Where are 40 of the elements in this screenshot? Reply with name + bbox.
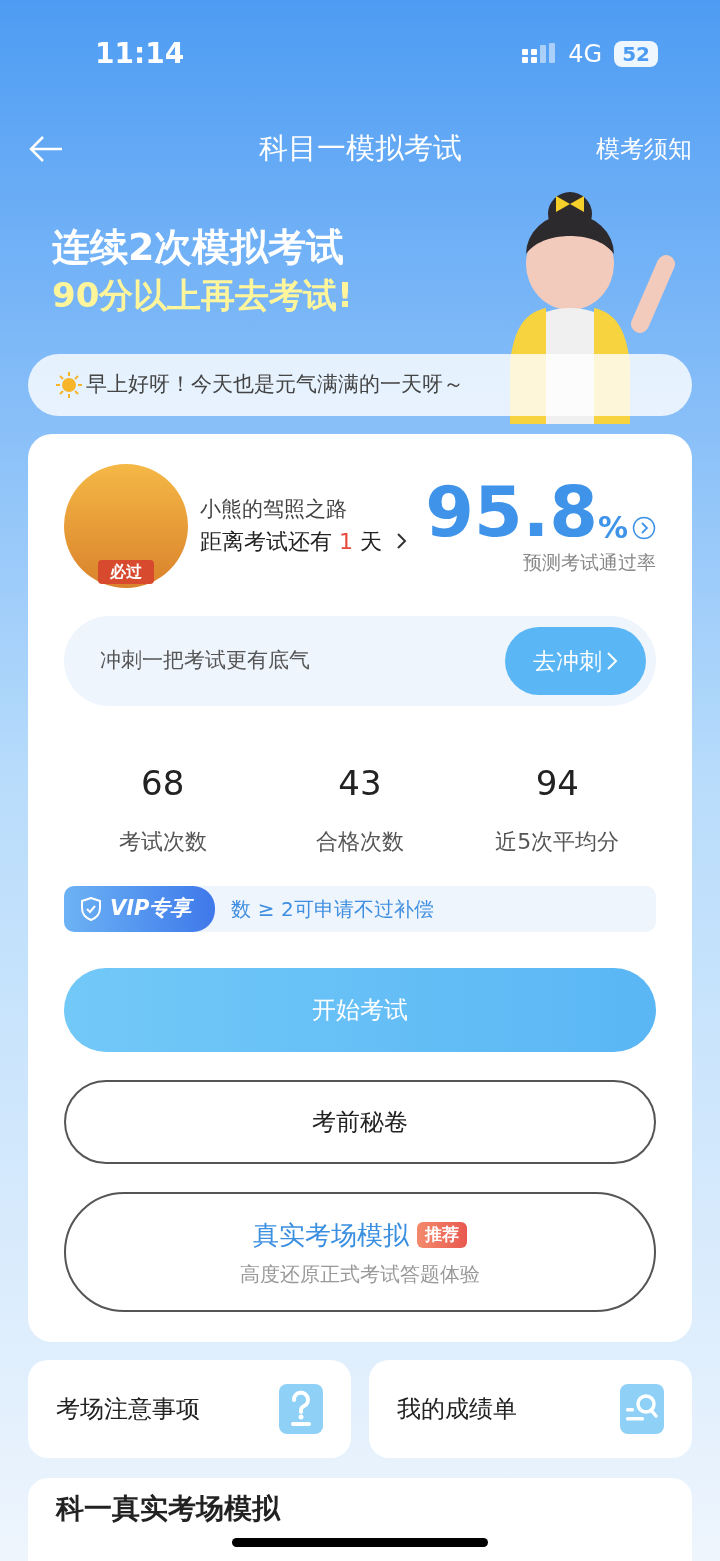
network-label: 4G: [568, 39, 603, 70]
recommend-tag: 推荐: [417, 1222, 467, 1248]
chevron-circle-icon[interactable]: [632, 515, 656, 540]
chevron-right-icon: [606, 651, 618, 671]
pass-rate-label: 预测考试通过率: [523, 549, 656, 575]
exam-countdown[interactable]: 距离考试还有 1 天: [200, 525, 426, 559]
tile-label: 考场注意事项: [56, 1394, 200, 1425]
stat-value: 68: [141, 762, 185, 805]
banner-headline: 连续2次模拟考试: [52, 224, 346, 270]
stat-value: 43: [338, 762, 382, 805]
pass-rate-unit: %: [597, 508, 628, 547]
vip-tag: VIP专享: [64, 886, 216, 932]
question-icon: [279, 1384, 323, 1434]
tile-label: 我的成绩单: [397, 1394, 517, 1425]
section-title: 科一真实考场模拟: [56, 1492, 280, 1525]
stat-label: 近5次平均分: [495, 828, 620, 856]
banner-subheadline: 90分以上再去考试!: [52, 274, 354, 316]
stat-label: 考试次数: [118, 828, 207, 856]
shield-check-icon: [80, 897, 102, 921]
search-document-icon: [620, 1384, 664, 1434]
greeting-text: 早上好呀！今天也是元气满满的一天呀～: [86, 371, 464, 399]
real-exam-title: 真实考场模拟: [253, 1218, 409, 1252]
stat-label: 合格次数: [316, 828, 404, 856]
stat-value: 94: [535, 762, 579, 805]
vip-text: 数 ≥ 2可申请不过补偿: [231, 896, 434, 923]
shortcut-tile[interactable]: 考场注意事项: [28, 1360, 351, 1458]
chevron-right-icon[interactable]: [396, 532, 408, 551]
profile-name: 小熊的驾照之路: [200, 495, 348, 523]
battery-indicator: 52: [614, 41, 658, 67]
sprint-text: 冲刺一把考试更有底气: [100, 647, 310, 675]
badge-label: 必过: [98, 560, 154, 584]
status-time: 11:14: [95, 36, 185, 72]
signal-icon: [522, 43, 557, 65]
page-title: 科目一模拟考试: [258, 130, 462, 168]
secret-paper-button[interactable]: 考前秘卷: [64, 1080, 656, 1164]
shortcut-tile[interactable]: 我的成绩单: [369, 1360, 692, 1458]
sun-icon: [56, 372, 82, 398]
pass-rate-value: 95.8: [425, 475, 598, 548]
real-exam-subtitle: 高度还原正式考试答题体验: [240, 1260, 480, 1288]
back-arrow-icon[interactable]: [28, 135, 64, 163]
